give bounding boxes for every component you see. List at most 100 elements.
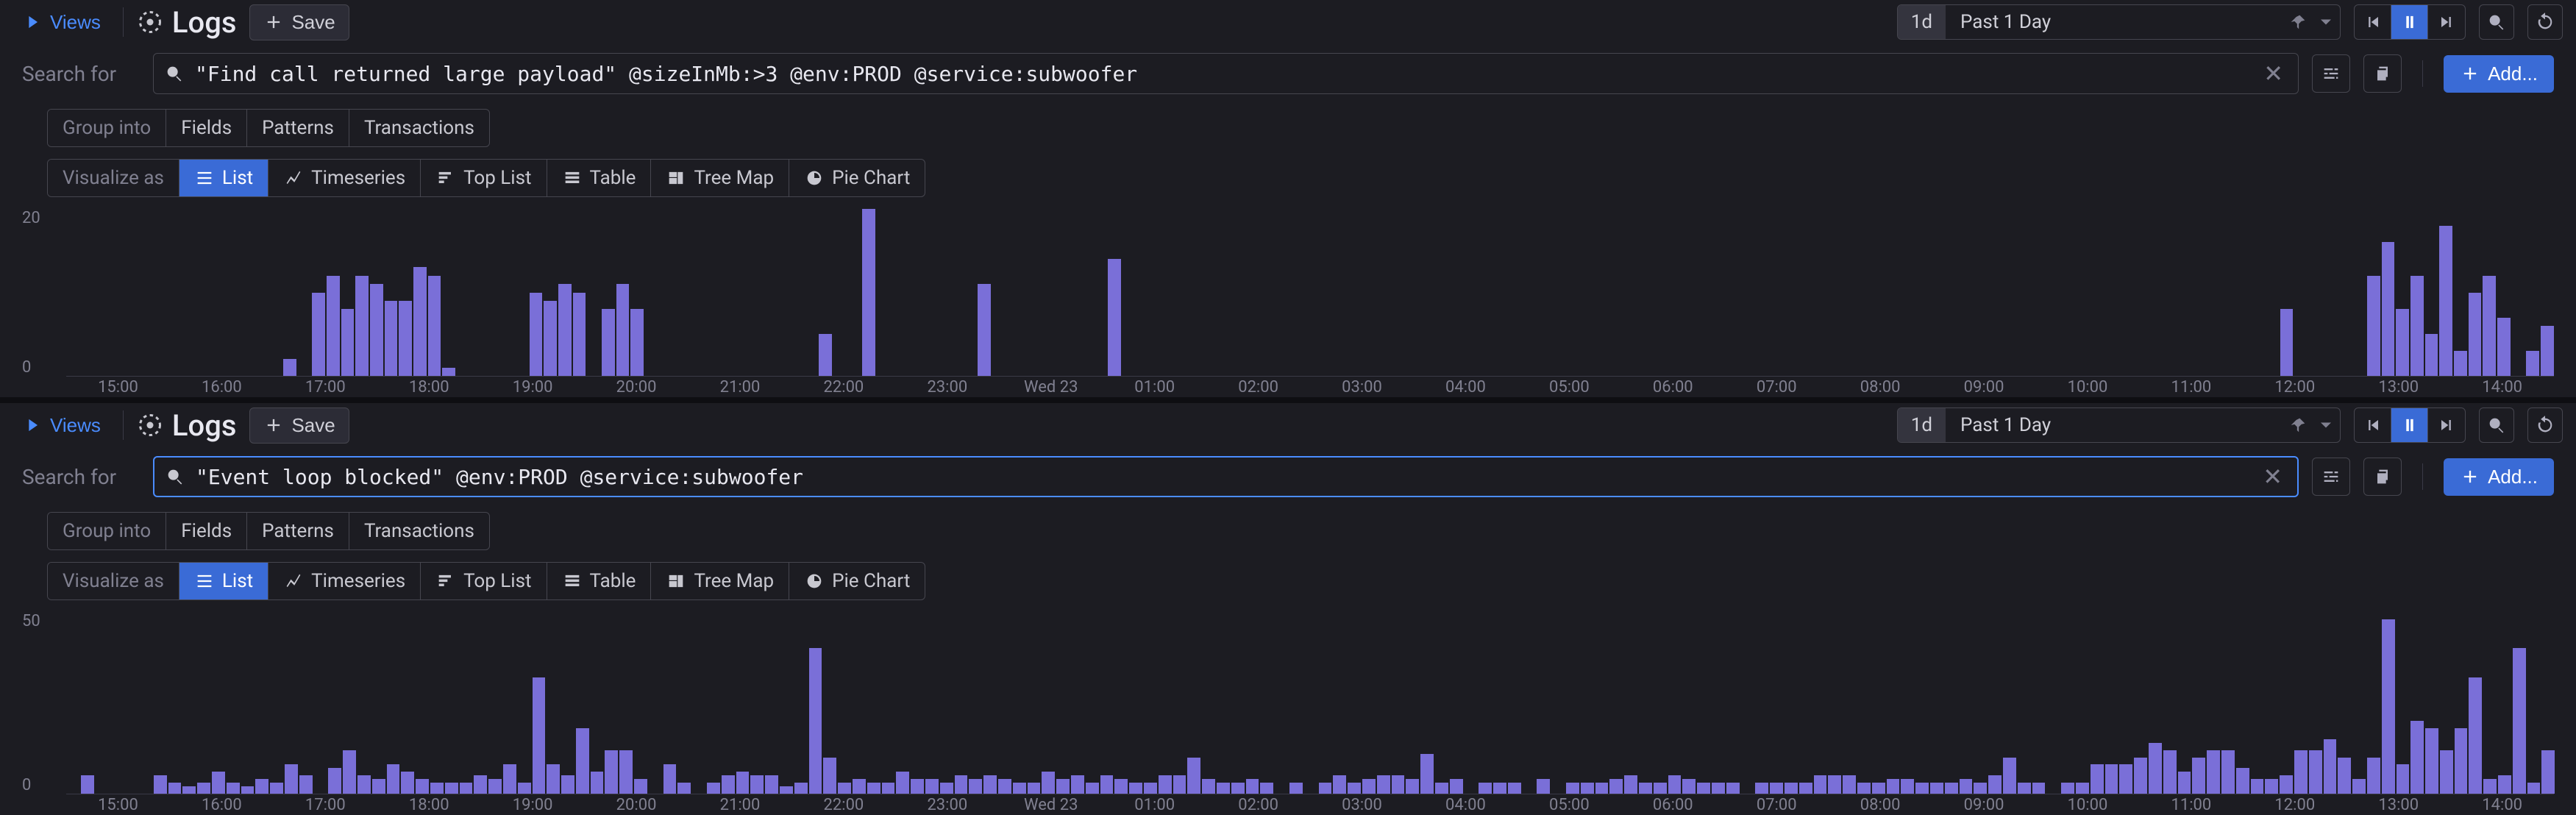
bar [1697,783,1710,794]
add-button[interactable]: Add... [2444,458,2554,496]
bar [862,209,875,376]
bars [66,209,2554,377]
add-button[interactable]: Add... [2444,55,2554,93]
time-picker[interactable]: 1dPast 1 Day [1897,408,2341,443]
bar [634,779,647,794]
pin-icon [2288,12,2308,32]
bar [2382,619,2395,794]
search-box[interactable]: ✕ [153,53,2299,94]
visualize-tab-top-list[interactable]: Top List [421,160,547,196]
bar [1246,779,1259,794]
visualize-tab-pie-chart[interactable]: Pie Chart [789,160,925,196]
views-button[interactable]: Views [13,7,110,38]
x-axis: 15:0016:0017:0018:0019:0020:0021:0022:00… [66,378,2554,397]
group-into-picker: Group intoFieldsPatternsTransactions [47,109,490,147]
x-tick: Wed 23 [999,796,1103,815]
bar [911,779,924,794]
bar [2003,758,2016,794]
time-prev[interactable] [2355,5,2391,39]
plus-icon [263,12,284,32]
x-tick: 08:00 [1829,796,1932,815]
bar [1624,775,1637,794]
bar [1435,783,1448,794]
time-dropdown[interactable] [2312,408,2340,442]
query-options[interactable] [2312,54,2350,93]
visualize-tab-list[interactable]: List [179,160,268,196]
bar [823,758,836,794]
time-pause[interactable] [2391,408,2428,442]
refresh-button[interactable] [2527,408,2563,443]
time-pause[interactable] [2391,5,2428,39]
bar [2018,783,2031,794]
clear-search[interactable]: ✕ [2259,60,2288,88]
query-options[interactable] [2312,458,2350,496]
divider [123,7,124,37]
bar [1144,783,1157,794]
bar [1712,783,1725,794]
bar [1828,775,1841,794]
time-prev[interactable] [2355,408,2391,442]
bar [518,783,531,794]
visualize-tab-pie-chart[interactable]: Pie Chart [789,563,925,599]
views-button[interactable]: Views [13,410,110,441]
histogram-chart: 20015:0016:0017:0018:0019:0020:0021:0022… [0,203,2576,397]
x-tick: 09:00 [1932,796,2036,815]
search-box[interactable]: ✕ [153,456,2299,497]
visualize-tab-table[interactable]: Table [547,160,652,196]
bar [1159,775,1172,794]
header-search-button[interactable] [2479,4,2514,40]
visualize-tab-tree-map[interactable]: Tree Map [651,563,789,599]
time-dropdown[interactable] [2312,5,2340,39]
save-button[interactable]: Save [249,408,349,444]
bar [2324,739,2337,794]
visualize-tab-table[interactable]: Table [547,563,652,599]
visualize-picker: Visualize asListTimeseriesTop ListTableT… [47,562,925,600]
search-input[interactable] [196,465,2248,489]
visualize-tab-label: List [222,167,253,189]
group-tab-fields[interactable]: Fields [166,110,247,146]
group-tab-fields[interactable]: Fields [166,513,247,549]
refresh-button[interactable] [2527,4,2563,40]
bar [460,783,473,794]
x-tick: 17:00 [274,796,377,815]
group-tab-patterns[interactable]: Patterns [247,110,349,146]
time-label: Past 1 Day [1946,5,2284,39]
copy-query[interactable] [2363,54,2402,93]
visualize-tab-tree-map[interactable]: Tree Map [651,160,789,196]
time-label: Past 1 Day [1946,408,2284,442]
group-tab-patterns[interactable]: Patterns [247,513,349,549]
list-icon [194,571,215,591]
visualize-tab-timeseries[interactable]: Timeseries [268,563,421,599]
y-tick: 50 [22,612,40,630]
bar [1901,779,1914,794]
visualize-tab-list[interactable]: List [179,563,268,599]
bar [372,779,385,794]
pin-icon-wrap[interactable] [2284,5,2312,39]
save-button[interactable]: Save [249,4,349,40]
group-tab-transactions[interactable]: Transactions [349,513,489,549]
time-next[interactable] [2428,408,2465,442]
bar [736,772,750,794]
time-picker[interactable]: 1dPast 1 Day [1897,4,2341,40]
clear-search[interactable]: ✕ [2258,463,2287,491]
visualize-tab-top-list[interactable]: Top List [421,563,547,599]
header-search-button[interactable] [2479,408,2514,443]
treemap-icon [666,168,686,188]
bar [605,750,618,794]
pin-icon-wrap[interactable] [2284,408,2312,442]
group-tab-transactions[interactable]: Transactions [349,110,489,146]
bar [2382,242,2395,376]
play-icon [22,12,43,32]
bar [707,783,720,794]
time-next[interactable] [2428,5,2465,39]
bar [558,284,572,376]
visualize-tab-timeseries[interactable]: Timeseries [268,160,421,196]
copy-query[interactable] [2363,458,2402,496]
bar [630,309,644,376]
bar [2076,783,2089,794]
x-tick: 01:00 [1103,378,1206,397]
search-input[interactable] [195,62,2249,86]
group-into-label: Group into [48,110,166,146]
bar [794,783,808,794]
bar [1988,775,2002,794]
